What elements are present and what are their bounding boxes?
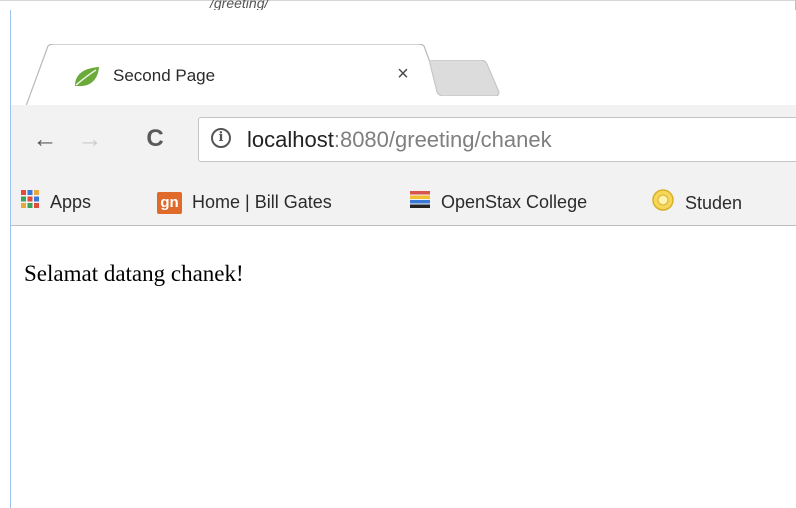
bookmark-label: Studen bbox=[685, 192, 743, 213]
greeting-text: Selamat datang chanek! bbox=[24, 261, 244, 286]
bookmarks-bar: Apps gn Home | Bill Gates OpenStax Colleg… bbox=[11, 179, 796, 226]
url-host: localhost bbox=[247, 127, 334, 152]
apps-grid-icon bbox=[20, 189, 40, 217]
bookmark-apps[interactable]: Apps bbox=[20, 188, 91, 216]
bookmark-label: Home | Bill Gates bbox=[192, 192, 332, 212]
tab-strip: Second Page × bbox=[11, 10, 796, 106]
new-tab-button[interactable] bbox=[428, 59, 501, 97]
university-seal-icon bbox=[651, 188, 675, 220]
browser-chrome: Second Page × ← → C i localhost:8080/gre… bbox=[11, 10, 796, 226]
forward-arrow-icon[interactable]: → bbox=[76, 125, 104, 153]
page-content: Selamat datang chanek! bbox=[11, 226, 795, 508]
bookmark-label: OpenStax College bbox=[441, 192, 588, 212]
bookmark-home-bill-gates[interactable]: gn Home | Bill Gates bbox=[157, 188, 332, 216]
gn-icon: gn bbox=[157, 192, 182, 215]
close-icon[interactable]: × bbox=[392, 63, 414, 85]
bookmark-openstax-college[interactable]: OpenStax College bbox=[409, 188, 587, 216]
tab-second-page[interactable]: Second Page × bbox=[26, 44, 436, 106]
url-path: :8080/greeting/chanek bbox=[333, 127, 552, 152]
address-bar[interactable]: i localhost:8080/greeting/chanek bbox=[198, 117, 796, 162]
tab-title: Second Page bbox=[113, 66, 216, 85]
url-text[interactable]: localhost:8080/greeting/chanek bbox=[247, 127, 552, 153]
reload-icon[interactable]: C bbox=[141, 125, 169, 153]
spring-leaf-icon bbox=[72, 66, 102, 88]
toolbar: ← → C i localhost:8080/greeting/chanek bbox=[11, 105, 796, 179]
bookmark-student[interactable]: Studen bbox=[651, 188, 742, 216]
bookmark-label: Apps bbox=[50, 192, 92, 212]
books-stack-icon bbox=[409, 189, 431, 217]
info-icon[interactable]: i bbox=[211, 128, 231, 148]
back-arrow-icon[interactable]: ← bbox=[31, 125, 59, 153]
